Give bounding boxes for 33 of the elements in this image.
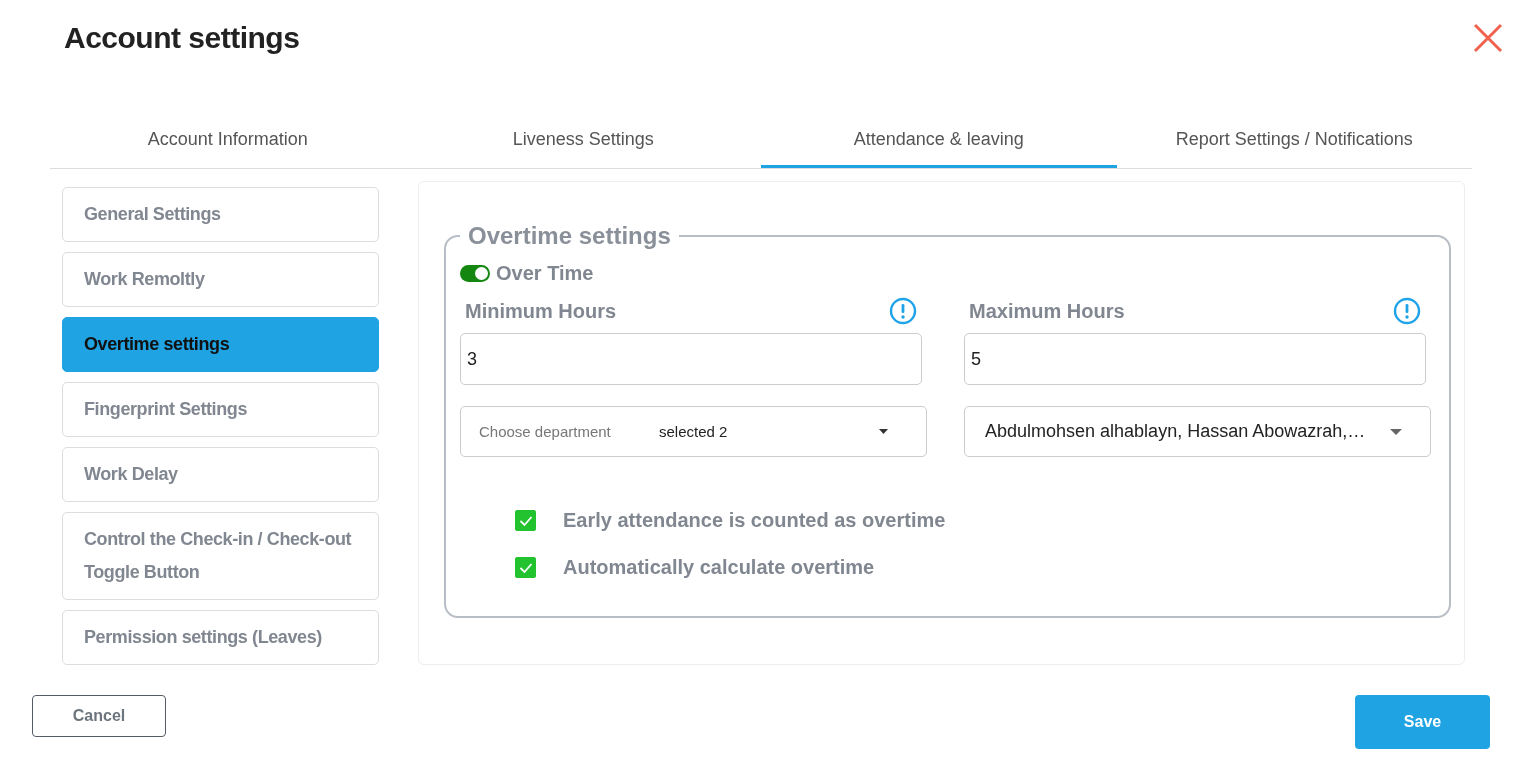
- tab[interactable]: Liveness Settings: [405, 116, 761, 168]
- sidebar-item[interactable]: Control the Check-in / Check-out Toggle Button: [62, 512, 379, 600]
- close-icon[interactable]: [1473, 23, 1503, 53]
- info-icon[interactable]: [1393, 297, 1421, 325]
- field-label: Maximum Hours: [969, 299, 1125, 323]
- sidebar-item[interactable]: Work Remoltly: [62, 252, 379, 307]
- toggle-switch[interactable]: [460, 265, 490, 282]
- checkmark-icon: [518, 561, 533, 574]
- department-dropdown[interactable]: Choose department selected 2: [460, 406, 927, 457]
- checkbox-label: Automatically calculate overtime: [563, 556, 875, 579]
- sidebar-item[interactable]: General Settings: [62, 187, 379, 242]
- cancel-button[interactable]: Cancel: [32, 695, 166, 737]
- checkmark-icon: [518, 514, 533, 527]
- section-legend: Overtime settings: [460, 222, 679, 250]
- toggle-label: Over Time: [496, 262, 594, 285]
- employee-dropdown[interactable]: Abdulmohsen alhablayn, Hassan Abowazrah,…: [964, 406, 1431, 457]
- input-field[interactable]: 5: [964, 333, 1426, 385]
- checkbox[interactable]: [515, 510, 536, 531]
- info-icon[interactable]: [889, 297, 917, 325]
- input-field[interactable]: 3: [460, 333, 922, 385]
- field-label: Minimum Hours: [465, 299, 617, 323]
- tab[interactable]: Account Information: [50, 116, 406, 168]
- tab[interactable]: Report Settings / Notifications: [1116, 116, 1472, 168]
- caret-icon: [1390, 428, 1402, 435]
- tab[interactable]: Attendance & leaving: [761, 116, 1117, 168]
- window-title: Account settings: [64, 21, 300, 55]
- checkbox-label: Early attendance is counted as overtime: [563, 509, 946, 532]
- sidebar-item[interactable]: Work Delay: [62, 447, 379, 502]
- sidebar-item[interactable]: Permission settings (Leaves): [62, 610, 379, 665]
- caret-icon: [879, 429, 888, 434]
- checkbox[interactable]: [515, 557, 536, 578]
- sidebar-item[interactable]: Fingerprint Settings: [62, 382, 379, 437]
- sidebar-item[interactable]: Overtime settings: [62, 317, 379, 372]
